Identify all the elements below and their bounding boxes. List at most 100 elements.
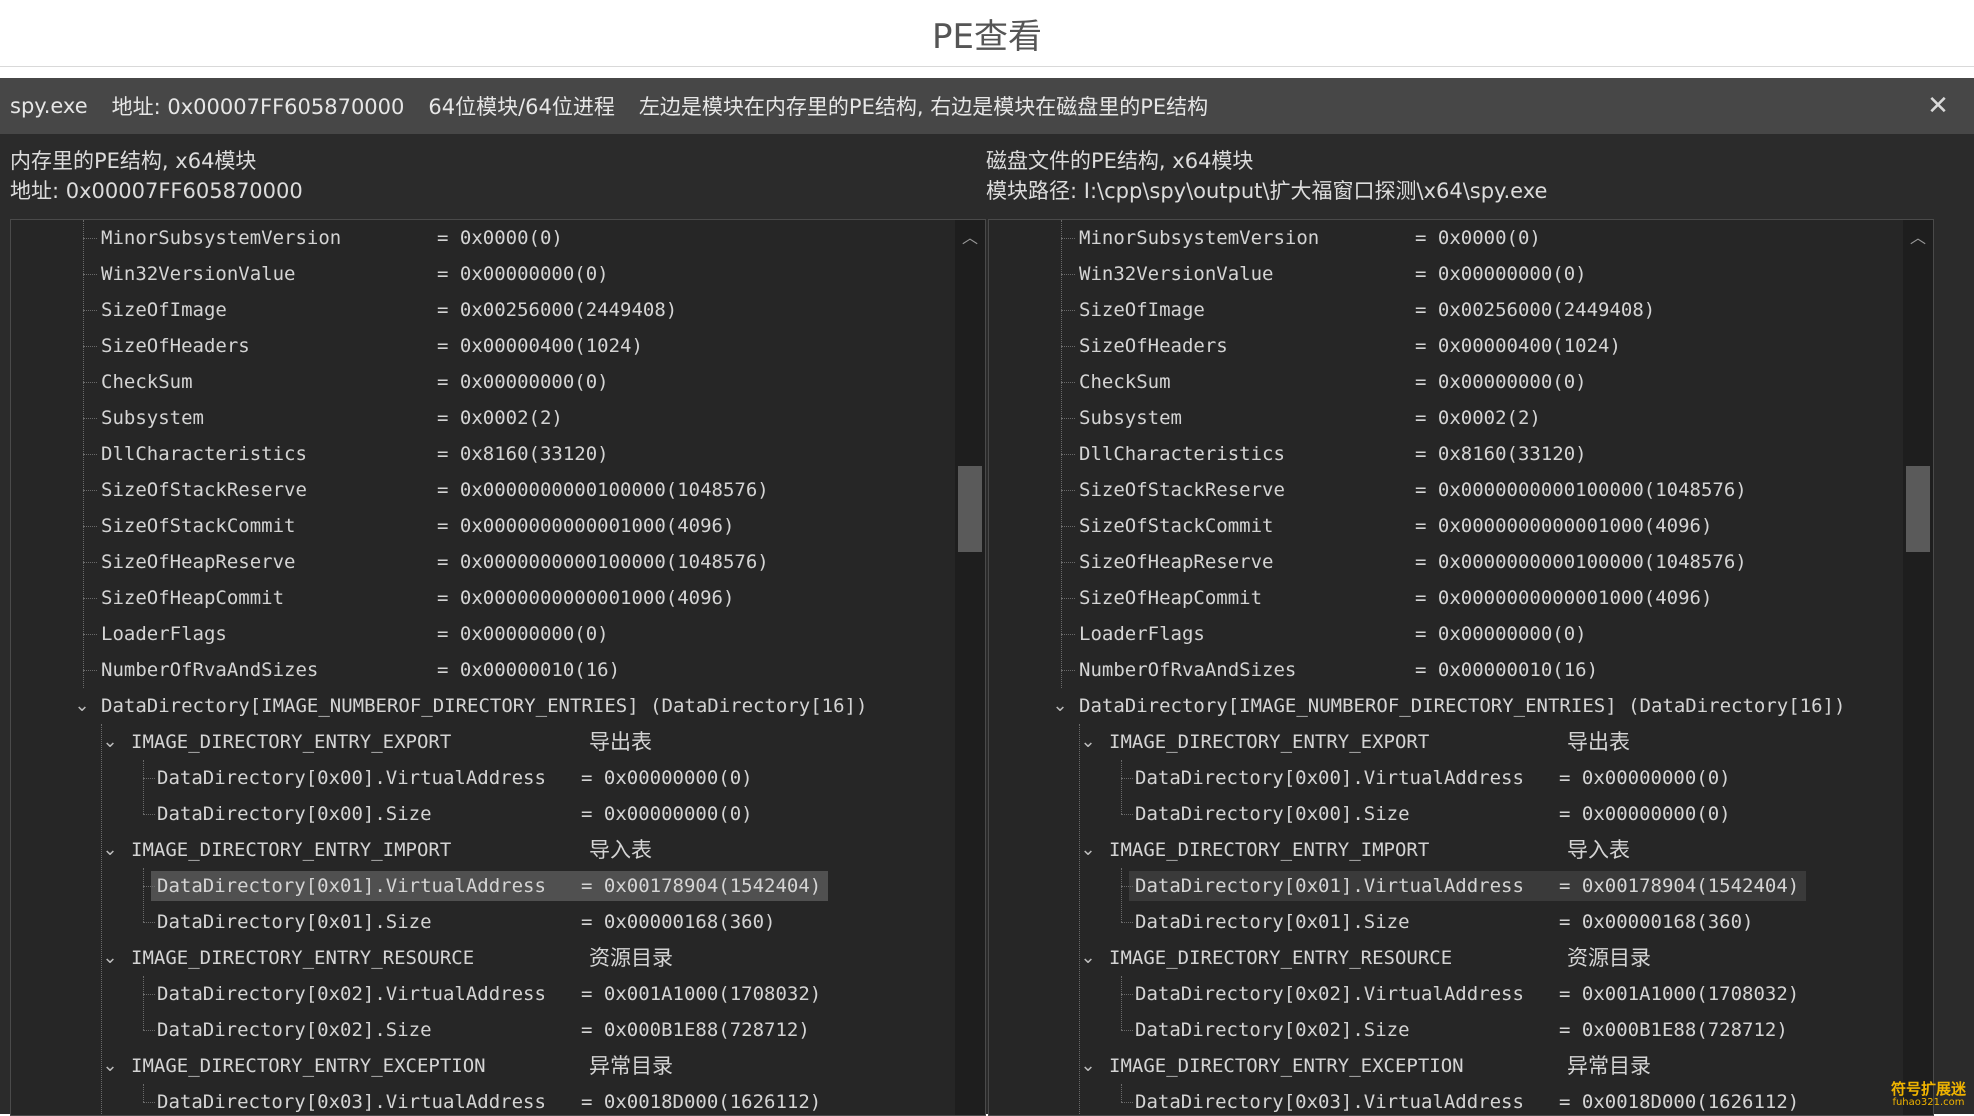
tree-row-directory-entry[interactable]: ⌄ IMAGE_DIRECTORY_ENTRY_EXPORT 导出表 (11, 724, 955, 760)
field-name: DllCharacteristics (101, 443, 307, 465)
tree-guide-line (1061, 220, 1062, 688)
directory-entry-name: IMAGE_DIRECTORY_ENTRY_IMPORT (131, 839, 452, 861)
chevron-down-icon[interactable]: ⌄ (1077, 940, 1099, 976)
tree-row-directory-entry[interactable]: ⌄ IMAGE_DIRECTORY_ENTRY_EXPORT 导出表 (989, 724, 1903, 760)
chevron-down-icon[interactable]: ⌄ (99, 1048, 121, 1084)
tree-row-field[interactable]: CheckSum = 0x00000000(0) (11, 364, 955, 400)
tree-row-directory-entry[interactable]: ⌄ IMAGE_DIRECTORY_ENTRY_EXCEPTION 异常目录 (989, 1048, 1903, 1084)
field-name: SizeOfImage (1079, 299, 1205, 321)
field-name: SizeOfHeapReserve (101, 551, 296, 573)
field-name: SizeOfImage (101, 299, 227, 321)
tree-guide-line (1121, 976, 1122, 1030)
tree-row-field[interactable]: NumberOfRvaAndSizes = 0x00000010(16) (989, 652, 1903, 688)
tree-row-data-directory[interactable]: ⌄ DataDirectory[IMAGE_NUMBEROF_DIRECTORY_… (11, 688, 955, 724)
disk-pe-tree[interactable]: MinorSubsystemVersion = 0x0000(0) Win32Ver… (988, 219, 1934, 1116)
tree-row-field[interactable]: LoaderFlags = 0x00000000(0) (989, 616, 1903, 652)
tree-row-field[interactable]: Subsystem = 0x0002(2) (11, 400, 955, 436)
chevron-down-icon[interactable]: ⌄ (1077, 1048, 1099, 1084)
tree-guide-line (83, 382, 97, 383)
tree-guide-line (143, 778, 155, 779)
field-value: = 0x0000000000001000(4096) (437, 587, 735, 609)
tree-row-field[interactable]: Subsystem = 0x0002(2) (989, 400, 1903, 436)
scroll-thumb[interactable] (958, 466, 982, 552)
tree-row-field[interactable]: SizeOfStackCommit = 0x0000000000001000(40… (11, 508, 955, 544)
entry-field-name: DataDirectory[0x02].Size (157, 1019, 432, 1041)
tree-row-directory-entry[interactable]: ⌄ IMAGE_DIRECTORY_ENTRY_EXCEPTION 异常目录 (11, 1048, 955, 1084)
chevron-down-icon[interactable]: ⌄ (99, 832, 121, 868)
tree-row-field[interactable]: NumberOfRvaAndSizes = 0x00000010(16) (11, 652, 955, 688)
tree-guide-line (83, 598, 97, 599)
chevron-down-icon[interactable]: ⌄ (1049, 688, 1071, 724)
tree-guide-line (1121, 1084, 1122, 1102)
tree-row-field[interactable]: DllCharacteristics = 0x8160(33120) (989, 436, 1903, 472)
tree-guide-line (1121, 1102, 1133, 1103)
tree-row-directory-entry[interactable]: ⌄ IMAGE_DIRECTORY_ENTRY_RESOURCE 资源目录 (989, 940, 1903, 976)
entry-field-name: DataDirectory[0x00].Size (157, 803, 432, 825)
tree-row-field[interactable]: Win32VersionValue = 0x00000000(0) (11, 256, 955, 292)
tree-row-directory-entry[interactable]: ⌄ IMAGE_DIRECTORY_ENTRY_IMPORT 导入表 (989, 832, 1903, 868)
disk-tree-scrollbar[interactable]: ︿ (1903, 220, 1933, 1115)
tree-row-field[interactable]: SizeOfHeapReserve = 0x0000000000100000(10… (11, 544, 955, 580)
tree-guide-line (1121, 760, 1122, 814)
memory-pe-tree[interactable]: MinorSubsystemVersion = 0x0000(0) Win32Ver… (10, 219, 986, 1116)
tree-row-field[interactable]: MinorSubsystemVersion = 0x0000(0) (989, 220, 1903, 256)
tree-guide-line (1121, 922, 1133, 923)
titlebar-description: 左边是模块在内存里的PE结构, 右边是模块在磁盘里的PE结构 (638, 95, 1209, 119)
tree-row-entry-field[interactable]: DataDirectory[0x03].VirtualAddress = 0x00… (989, 1084, 1903, 1115)
tree-guide-line (83, 220, 84, 688)
directory-entry-cn: 导入表 (589, 838, 652, 862)
directory-entry-cn: 导出表 (1567, 730, 1630, 754)
tree-row-field[interactable]: SizeOfImage = 0x00256000(2449408) (989, 292, 1903, 328)
tree-guide-line (1061, 274, 1075, 275)
field-value: = 0x0000000000100000(1048576) (437, 479, 769, 501)
tree-row-field[interactable]: SizeOfHeapCommit = 0x0000000000001000(409… (989, 580, 1903, 616)
field-name: LoaderFlags (101, 623, 227, 645)
close-button[interactable]: ✕ (1920, 88, 1956, 124)
watermark-text: 符号扩展迷 (1890, 1079, 1966, 1098)
field-name: SizeOfHeaders (1079, 335, 1228, 357)
data-directory-label: DataDirectory[IMAGE_NUMBEROF_DIRECTORY_E… (101, 695, 868, 717)
tree-guide-line (83, 310, 97, 311)
tree-guide-line (83, 418, 97, 419)
tree-guide-line (1061, 490, 1075, 491)
tree-guide-line (83, 562, 97, 563)
tree-row-entry-field[interactable]: DataDirectory[0x03].VirtualAddress = 0x00… (11, 1084, 955, 1115)
field-value: = 0x0000000000001000(4096) (1415, 515, 1713, 537)
close-icon: ✕ (1927, 91, 1949, 121)
tree-row-field[interactable]: SizeOfStackReserve = 0x0000000000100000(1… (11, 472, 955, 508)
tree-row-field[interactable]: SizeOfHeapReserve = 0x0000000000100000(10… (989, 544, 1903, 580)
memory-tree-scrollbar[interactable]: ︿ (955, 220, 985, 1115)
tree-row-field[interactable]: MinorSubsystemVersion = 0x0000(0) (11, 220, 955, 256)
chevron-down-icon[interactable]: ⌄ (71, 688, 93, 724)
tree-row-field[interactable]: Win32VersionValue = 0x00000000(0) (989, 256, 1903, 292)
tree-row-field[interactable]: SizeOfHeapCommit = 0x0000000000001000(409… (11, 580, 955, 616)
tree-row-data-directory[interactable]: ⌄ DataDirectory[IMAGE_NUMBEROF_DIRECTORY_… (989, 688, 1903, 724)
tree-row-field[interactable]: SizeOfHeaders = 0x00000400(1024) (11, 328, 955, 364)
tree-row-field[interactable]: SizeOfHeaders = 0x00000400(1024) (989, 328, 1903, 364)
titlebar-exe-name: spy.exe (10, 94, 88, 118)
chevron-up-icon[interactable]: ︿ (1903, 224, 1933, 247)
entry-field-value: = 0x00000000(0) (1559, 803, 1731, 825)
tree-row-field[interactable]: LoaderFlags = 0x00000000(0) (11, 616, 955, 652)
chevron-down-icon[interactable]: ⌄ (99, 724, 121, 760)
field-name: Win32VersionValue (1079, 263, 1274, 285)
directory-entry-name: IMAGE_DIRECTORY_ENTRY_EXCEPTION (1109, 1055, 1464, 1077)
tree-row-directory-entry[interactable]: ⌄ IMAGE_DIRECTORY_ENTRY_IMPORT 导入表 (11, 832, 955, 868)
tree-guide-line (1121, 994, 1133, 995)
titlebar: spy.exe 地址: 0x00007FF605870000 64位模块/64位… (0, 78, 1974, 134)
tree-row-field[interactable]: SizeOfStackCommit = 0x0000000000001000(40… (989, 508, 1903, 544)
chevron-down-icon[interactable]: ⌄ (1077, 724, 1099, 760)
chevron-down-icon[interactable]: ⌄ (99, 940, 121, 976)
tree-guide-line (143, 1030, 155, 1031)
watermark-url: fuhao321.com (1892, 1097, 1965, 1108)
tree-row-field[interactable]: CheckSum = 0x00000000(0) (989, 364, 1903, 400)
tree-row-directory-entry[interactable]: ⌄ IMAGE_DIRECTORY_ENTRY_RESOURCE 资源目录 (11, 940, 955, 976)
scroll-thumb[interactable] (1906, 466, 1930, 552)
tree-row-field[interactable]: SizeOfStackReserve = 0x0000000000100000(1… (989, 472, 1903, 508)
chevron-down-icon[interactable]: ⌄ (1077, 832, 1099, 868)
tree-guide-line (143, 760, 144, 814)
tree-row-field[interactable]: SizeOfImage = 0x00256000(2449408) (11, 292, 955, 328)
tree-guide-line (1061, 598, 1075, 599)
chevron-up-icon[interactable]: ︿ (955, 224, 985, 247)
tree-row-field[interactable]: DllCharacteristics = 0x8160(33120) (11, 436, 955, 472)
